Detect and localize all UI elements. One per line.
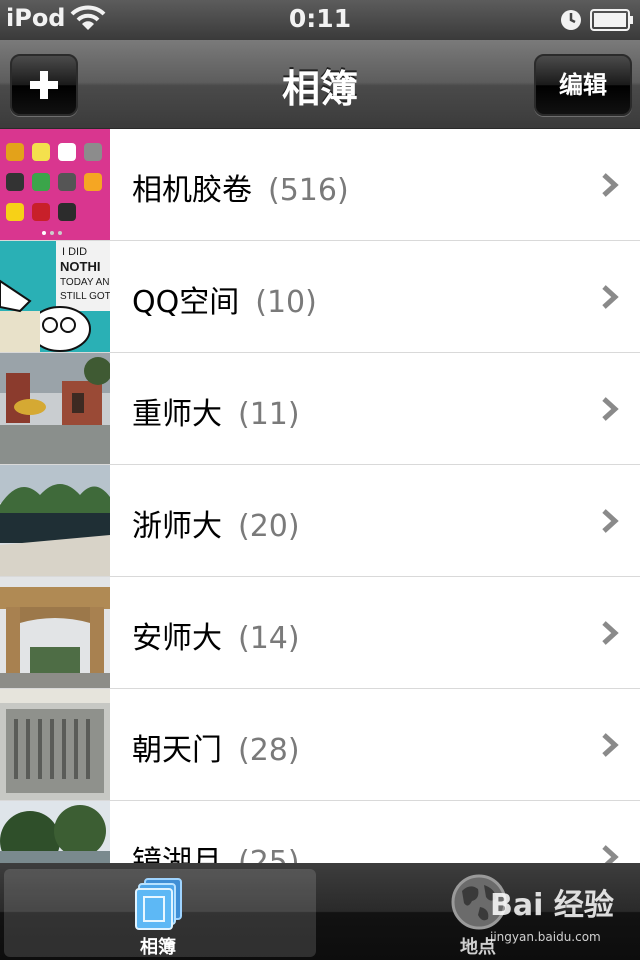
- album-count: (28): [238, 733, 300, 768]
- album-count: (14): [238, 621, 300, 656]
- edit-button[interactable]: 编辑: [534, 54, 632, 116]
- chevron-right-icon: [602, 733, 619, 757]
- chevron-right-icon: [602, 397, 619, 421]
- album-title: 浙师大 (20): [132, 501, 300, 545]
- album-row-chongshida[interactable]: 重师大 (11): [0, 353, 640, 465]
- clock-icon: [561, 10, 581, 30]
- album-name: 浙师大: [132, 509, 222, 544]
- album-count: (10): [255, 285, 317, 320]
- status-time: 0:11: [288, 4, 352, 33]
- chevron-right-icon: [602, 285, 619, 309]
- tab-albums-label: 相簿: [140, 937, 176, 958]
- album-name: QQ空间: [132, 285, 240, 320]
- album-thumbnail: [0, 465, 110, 576]
- baidu-watermark-url: jingyan.baidu.com: [490, 930, 601, 944]
- svg-text:NOTHI: NOTHI: [60, 259, 100, 274]
- status-bar: iPod 0:11: [0, 0, 640, 40]
- album-name: 相机胶卷: [132, 173, 252, 208]
- album-thumbnail: [0, 801, 110, 863]
- album-row-camera-roll[interactable]: 相机胶卷 (516): [0, 129, 640, 241]
- album-row-chaotianmen[interactable]: 朝天门 (28): [0, 689, 640, 801]
- battery-icon: [590, 9, 633, 31]
- album-name: 镜湖月: [132, 845, 222, 863]
- album-name: 安师大: [132, 621, 222, 656]
- baidu-watermark: Bai 经验: [490, 888, 614, 923]
- album-name: 重师大: [132, 397, 222, 432]
- album-list: 相机胶卷 (516) I DID NOTHI TODAY AN STILL GOT: [0, 129, 640, 863]
- album-count: (516): [268, 173, 349, 208]
- tab-albums[interactable]: 相簿: [4, 869, 316, 958]
- album-title: 相机胶卷 (516): [132, 165, 349, 209]
- album-title: 安师大 (14): [132, 613, 300, 657]
- album-row-zheshida[interactable]: 浙师大 (20): [0, 465, 640, 577]
- album-thumbnail: [0, 353, 110, 464]
- album-title: 朝天门 (28): [132, 725, 300, 769]
- album-thumbnail: I DID NOTHI TODAY AN STILL GOT: [0, 241, 110, 352]
- album-count: (25): [238, 845, 300, 863]
- album-thumbnail: [0, 129, 110, 240]
- album-title: 镜湖月 (25): [132, 837, 300, 863]
- album-thumbnail: [0, 577, 110, 688]
- album-count: (11): [238, 397, 300, 432]
- svg-text:TODAY AN: TODAY AN: [60, 277, 109, 288]
- albums-icon: [135, 878, 182, 930]
- album-thumbnail: [0, 689, 110, 800]
- chevron-right-icon: [602, 621, 619, 645]
- album-name: 朝天门: [132, 733, 222, 768]
- album-row-qq[interactable]: I DID NOTHI TODAY AN STILL GOT QQ空间 (10): [0, 241, 640, 353]
- album-title: 重师大 (11): [132, 389, 300, 433]
- album-row-jinghuyue[interactable]: 镜湖月 (25): [0, 801, 640, 863]
- chevron-right-icon: [602, 509, 619, 533]
- album-row-anshida[interactable]: 安师大 (14): [0, 577, 640, 689]
- chevron-right-icon: [602, 845, 619, 863]
- album-title: QQ空间 (10): [132, 277, 317, 321]
- svg-text:STILL GOT: STILL GOT: [60, 291, 110, 302]
- navigation-bar: 相簿 编辑: [0, 40, 640, 129]
- chevron-right-icon: [602, 173, 619, 197]
- album-count: (20): [238, 509, 300, 544]
- svg-text:I DID: I DID: [62, 246, 87, 258]
